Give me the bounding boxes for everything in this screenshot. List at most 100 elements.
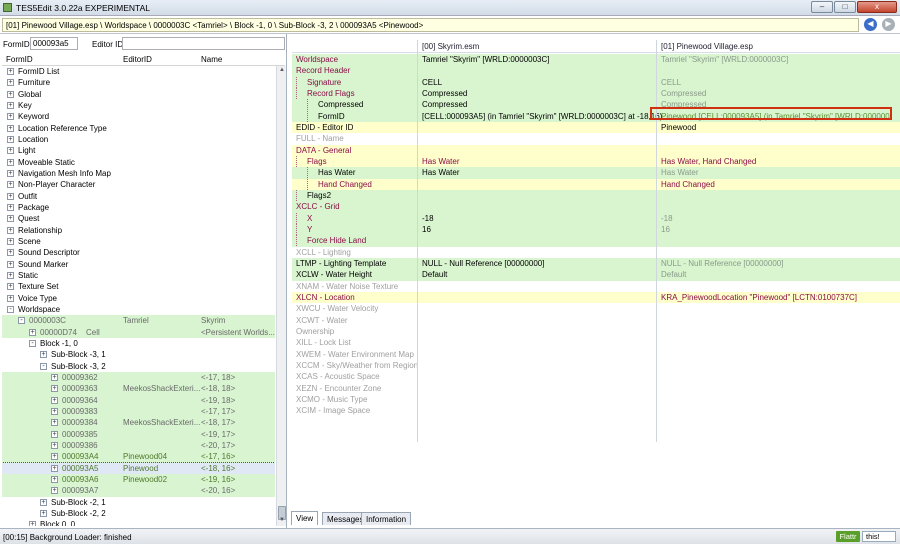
tree-row[interactable]: +00009364 <-19, 18>: [2, 394, 275, 406]
flattr-button[interactable]: Flattr: [836, 531, 860, 542]
collapse-icon[interactable]: -: [29, 339, 36, 347]
grid-row[interactable]: XCLL - Lighting: [292, 247, 900, 258]
grid-row[interactable]: Flags2: [292, 189, 900, 202]
tree-row[interactable]: +000093A5 Pinewood <-18, 16>: [2, 461, 275, 475]
grid-row[interactable]: XILL - Lock List: [292, 337, 900, 348]
expand-icon[interactable]: +: [7, 90, 14, 98]
expand-icon[interactable]: +: [7, 169, 14, 177]
expand-icon[interactable]: +: [7, 101, 14, 109]
grid-row[interactable]: FULL - Name: [292, 133, 900, 144]
tree-row[interactable]: +00009362 <-17, 18>: [2, 371, 275, 384]
grid-row[interactable]: XWCU - Water Velocity: [292, 303, 900, 314]
expand-icon[interactable]: +: [40, 351, 47, 359]
grid-row[interactable]: XCMO - Music Type: [292, 394, 900, 405]
minimize-button[interactable]: –: [811, 1, 833, 13]
expand-icon[interactable]: +: [51, 419, 58, 427]
expand-icon[interactable]: +: [7, 294, 14, 302]
expand-icon[interactable]: +: [51, 407, 58, 415]
grid-row[interactable]: Has Water Has Water Has Water: [292, 167, 900, 179]
expand-icon[interactable]: +: [51, 430, 58, 438]
tree-row[interactable]: +00009385 <-19, 17>: [2, 428, 275, 440]
tree-row[interactable]: + Location: [2, 134, 275, 145]
grid-row[interactable]: XNAM - Water Noise Texture: [292, 281, 900, 292]
tree-row[interactable]: + Scene: [2, 236, 275, 247]
expand-icon[interactable]: +: [7, 192, 14, 200]
grid-row[interactable]: XCIM - Image Space: [292, 405, 900, 416]
plugin-value[interactable]: Default: [661, 270, 892, 279]
expand-icon[interactable]: +: [51, 453, 58, 461]
expand-icon[interactable]: +: [7, 68, 14, 75]
expand-icon[interactable]: +: [7, 249, 14, 257]
tree-row[interactable]: +00009383 <-17, 17>: [2, 405, 275, 418]
tree-row[interactable]: +00009363 MeekosShackExteri... <-18, 18>: [2, 383, 275, 395]
grid-row[interactable]: XCAS - Acoustic Space: [292, 371, 900, 382]
expand-icon[interactable]: +: [7, 147, 14, 155]
col-formid-header[interactable]: FormID: [6, 55, 33, 64]
grid-row[interactable]: Ownership: [292, 326, 900, 337]
tree-row[interactable]: +000093A6 Pinewood02 <-19, 16>: [2, 473, 275, 486]
grid-row[interactable]: LTMP - Lighting Template NULL - Null Refe…: [292, 257, 900, 270]
plugin-value[interactable]: Compressed: [661, 89, 892, 98]
tree-row[interactable]: + Package: [2, 202, 275, 213]
grid-row[interactable]: XCCM - Sky/Weather from Region: [292, 360, 900, 371]
tree-row[interactable]: + Sub-Block -2, 1: [2, 497, 275, 508]
tree-row[interactable]: + Sub-Block -2, 2: [2, 508, 275, 519]
grid-row[interactable]: XCWT - Water: [292, 315, 900, 326]
tree-row[interactable]: + Global: [2, 89, 275, 100]
expand-icon[interactable]: +: [7, 124, 14, 132]
maximize-button[interactable]: □: [834, 1, 856, 13]
grid-row[interactable]: DATA - General: [292, 144, 900, 156]
expand-icon[interactable]: +: [7, 271, 14, 279]
tree-row[interactable]: + Light: [2, 145, 275, 156]
editorid-filter-input[interactable]: [122, 37, 285, 50]
grid-row[interactable]: XEZN - Encounter Zone: [292, 383, 900, 394]
flattr-this-button[interactable]: this!: [862, 531, 896, 542]
tree-row[interactable]: -0000003C Tamriel Skyrim: [2, 315, 275, 327]
expand-icon[interactable]: +: [51, 373, 58, 381]
expand-icon[interactable]: +: [40, 509, 47, 517]
tree-row[interactable]: +00000D74 Cell <Persistent Worlds...: [2, 326, 275, 338]
expand-icon[interactable]: +: [51, 464, 58, 472]
formid-filter-input[interactable]: [30, 37, 78, 50]
plugin-value[interactable]: CELL: [661, 78, 892, 87]
grid-row[interactable]: XCLC - Grid: [292, 201, 900, 213]
expand-icon[interactable]: +: [7, 158, 14, 166]
plugin-value[interactable]: -18: [661, 214, 892, 223]
tree-row[interactable]: + Navigation Mesh Info Map: [2, 168, 275, 179]
expand-icon[interactable]: +: [7, 283, 14, 291]
grid-row[interactable]: EDID - Editor ID Pinewood: [292, 121, 900, 134]
grid-row[interactable]: Force Hide Land: [292, 235, 900, 247]
expand-icon[interactable]: +: [7, 237, 14, 245]
collapse-icon[interactable]: -: [7, 305, 14, 313]
tree-row[interactable]: + Texture Set: [2, 281, 275, 292]
expand-icon[interactable]: +: [7, 135, 14, 143]
expand-icon[interactable]: +: [51, 385, 58, 393]
grid-row[interactable]: Record Flags Compressed Compressed: [292, 87, 900, 100]
grid-row[interactable]: Hand Changed Hand Changed: [292, 178, 900, 190]
plugin-value[interactable]: Pinewood: [661, 123, 892, 132]
plugin-value[interactable]: KRA_PinewoodLocation "Pinewood" [LCTN:01…: [661, 293, 892, 302]
grid-row[interactable]: XCLW - Water Height Default Default: [292, 269, 900, 281]
grid-row[interactable]: Record Header: [292, 65, 900, 77]
expand-icon[interactable]: +: [51, 475, 58, 483]
expand-icon[interactable]: +: [29, 521, 36, 526]
expand-icon[interactable]: +: [7, 215, 14, 223]
expand-icon[interactable]: +: [51, 396, 58, 404]
plugin-value[interactable]: 16: [661, 225, 892, 234]
tab-view[interactable]: View: [291, 511, 319, 525]
tree-row[interactable]: +000093A7 <-20, 16>: [2, 485, 275, 497]
tree-row[interactable]: +000093A4 Pinewood04 <-17, 16>: [2, 451, 275, 463]
expand-icon[interactable]: +: [7, 181, 14, 189]
tree-row[interactable]: + Moveable Static: [2, 157, 275, 168]
forward-nav-icon[interactable]: ▶: [882, 18, 895, 31]
grid-row[interactable]: XWEM - Water Environment Map: [292, 349, 900, 360]
close-button[interactable]: x: [857, 1, 897, 13]
tree-row[interactable]: + Sub-Block -3, 1: [2, 349, 275, 360]
tree-row[interactable]: + Sound Descriptor: [2, 247, 275, 258]
grid-row[interactable]: Flags Has Water Has Water, Hand Changed: [292, 155, 900, 168]
tree-row[interactable]: - Sub-Block -3, 2: [2, 361, 275, 372]
tree-row[interactable]: + FormID List: [2, 66, 275, 77]
expand-icon[interactable]: +: [29, 328, 36, 336]
tab-information[interactable]: Information: [361, 512, 412, 525]
tree-row[interactable]: +00009384 MeekosShackExteri... <-18, 17>: [2, 417, 275, 429]
